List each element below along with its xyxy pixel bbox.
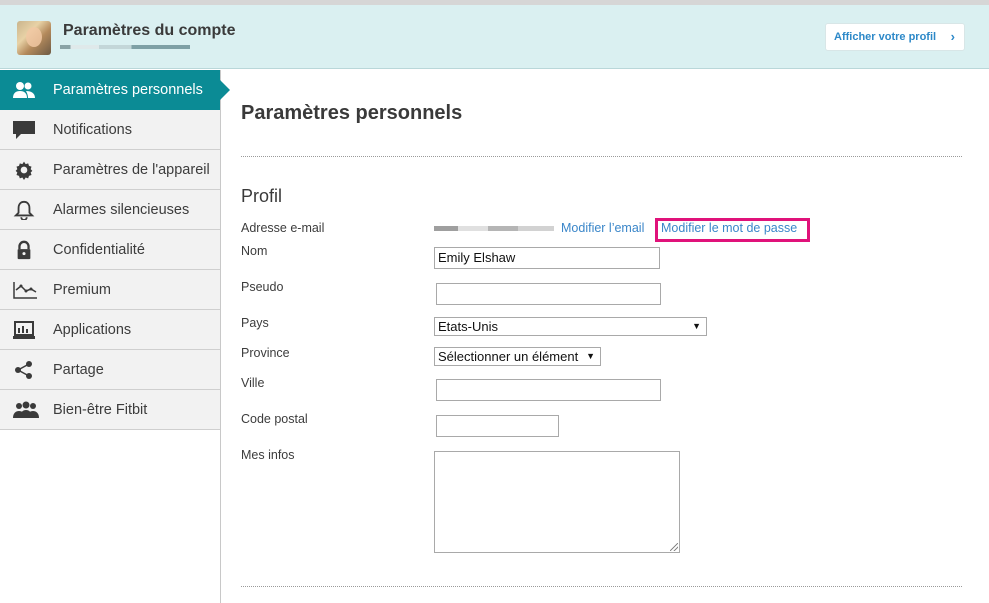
sidebar-item-label: Paramètres de l'appareil (53, 162, 210, 178)
province-select[interactable]: Sélectionner un élément ▼ (434, 347, 601, 366)
label-about: Mes infos (241, 448, 295, 462)
divider (241, 586, 962, 587)
sidebar-item-label: Paramètres personnels (53, 82, 203, 98)
sidebar-item-label: Alarmes silencieuses (53, 202, 190, 218)
line-chart-icon (12, 280, 37, 300)
page-title: Paramètres personnels (241, 102, 463, 124)
avatar[interactable] (17, 21, 51, 55)
dropdown-arrow-icon: ▼ (692, 321, 701, 331)
sidebar-item-applications[interactable]: Applications (0, 310, 220, 350)
sidebar-item-label: Applications (53, 322, 132, 338)
nickname-field[interactable] (436, 283, 661, 305)
about-textarea[interactable] (434, 451, 680, 553)
resize-handle[interactable] (670, 543, 678, 551)
sidebar-item-silent-alarms[interactable]: Alarmes silencieuses (0, 190, 220, 230)
province-value: Sélectionner un élément (438, 349, 579, 364)
sidebar-item-label: Partage (53, 362, 104, 378)
share-icon (12, 360, 36, 380)
view-profile-button[interactable]: Afficher votre profil › (825, 23, 965, 51)
page-header-title: Paramètres du compte (63, 22, 236, 39)
label-name: Nom (241, 244, 268, 258)
bell-icon (12, 200, 36, 221)
sidebar-item-personal-settings[interactable]: Paramètres personnels (0, 70, 230, 110)
label-city: Ville (241, 376, 265, 390)
sidebar-item-label: Confidentialité (53, 242, 145, 258)
section-title-profile: Profil (241, 186, 283, 206)
account-header: Paramètres du compte Afficher votre prof… (0, 5, 989, 69)
divider (241, 156, 962, 157)
sidebar-item-sharing[interactable]: Partage (0, 350, 220, 390)
change-email-link[interactable]: Modifier l’email (561, 221, 644, 235)
name-field[interactable]: Emily Elshaw (434, 247, 660, 269)
redacted-email (434, 226, 554, 231)
sidebar-item-fitbit-wellness[interactable]: Bien-être Fitbit (0, 390, 220, 430)
sidebar-item-label: Bien-être Fitbit (53, 402, 148, 418)
settings-sidebar: Paramètres personnels Notifications Para… (0, 70, 230, 603)
postal-code-field[interactable] (436, 415, 559, 437)
sidebar-item-device-settings[interactable]: Paramètres de l'appareil (0, 150, 220, 190)
monitor-icon (12, 320, 36, 340)
change-password-link[interactable]: Modifier le mot de passe (661, 221, 797, 235)
users-icon (12, 80, 36, 100)
redacted-username (60, 45, 190, 49)
chevron-right-icon: › (950, 29, 955, 44)
city-field[interactable] (436, 379, 661, 401)
sidebar-item-privacy[interactable]: Confidentialité (0, 230, 220, 270)
speech-bubble-icon (12, 120, 36, 140)
label-country: Pays (241, 316, 269, 330)
group-icon (12, 400, 39, 420)
label-postal: Code postal (241, 412, 308, 426)
dropdown-arrow-icon: ▼ (586, 351, 595, 361)
country-select[interactable]: Etats-Unis ▼ (434, 317, 707, 336)
sidebar-item-label: Notifications (53, 122, 132, 138)
label-email: Adresse e-mail (241, 221, 325, 235)
label-province: Province (241, 346, 290, 360)
gear-icon (12, 160, 36, 180)
sidebar-item-notifications[interactable]: Notifications (0, 110, 220, 150)
sidebar-item-premium[interactable]: Premium (0, 270, 220, 310)
label-nickname: Pseudo (241, 280, 284, 294)
country-value: Etats-Unis (438, 319, 498, 334)
view-profile-label: Afficher votre profil (834, 31, 937, 43)
sidebar-item-label: Premium (53, 282, 112, 298)
lock-icon (12, 240, 36, 260)
